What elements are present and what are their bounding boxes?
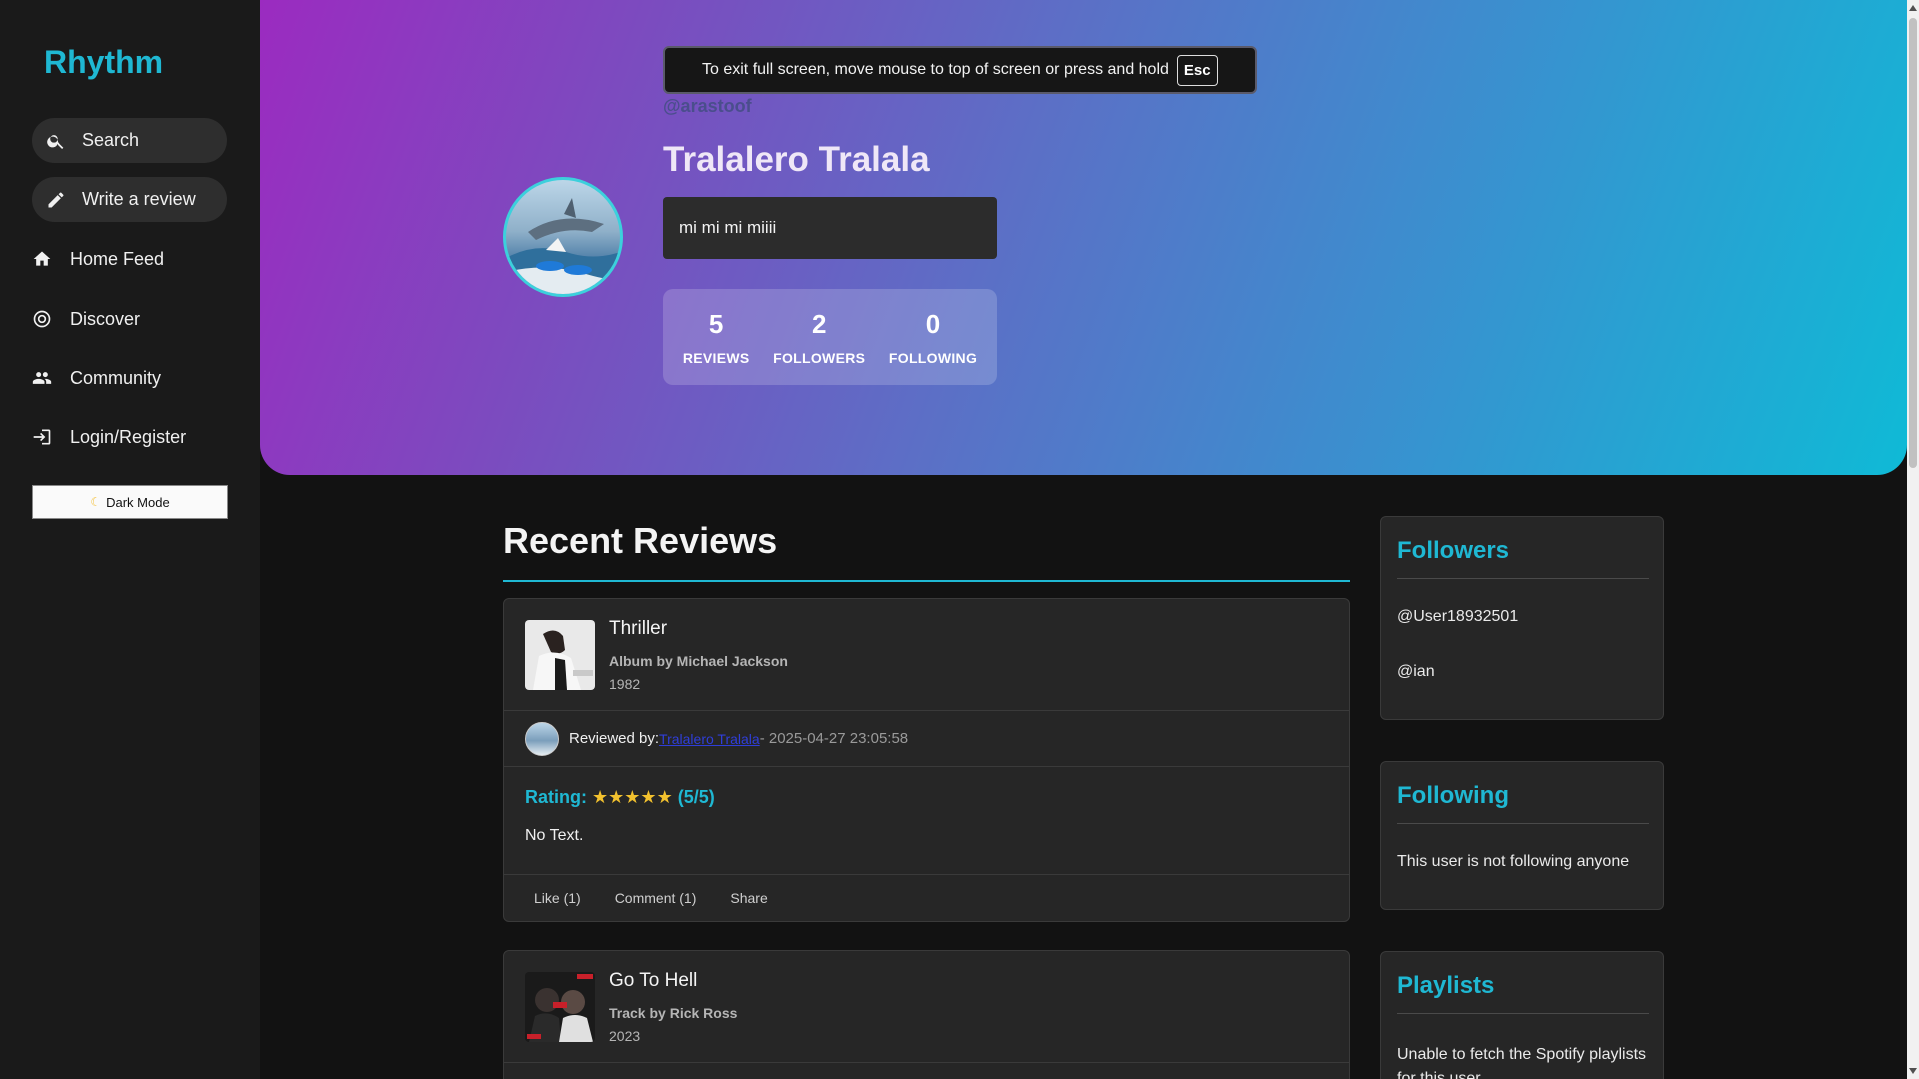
track-cover[interactable] (525, 972, 595, 1042)
playlists-message: Unable to fetch the Spotify playlists fo… (1397, 1046, 1647, 1079)
review-item-year: 1982 (609, 676, 641, 692)
scroll-down-icon[interactable] (1909, 1067, 1917, 1075)
write-review-button[interactable]: Write a review (32, 177, 227, 222)
nav-login-register[interactable]: Login/Register (32, 419, 186, 455)
review-timestamp: - 2025-04-27 23:05:58 (759, 730, 909, 747)
review-item-subtitle: Track by Rick Ross (609, 1005, 738, 1021)
nav-discover-label: Discover (70, 308, 141, 329)
nav-community-label: Community (70, 367, 162, 388)
pencil-icon (48, 191, 64, 207)
panel-divider (1397, 578, 1649, 579)
search-icon (47, 134, 64, 149)
review-item-header: Thriller Album by Michael Jackson 1982 (504, 599, 1349, 711)
review-card: Go To Hell Track by Rick Ross 2023 (503, 950, 1350, 1079)
review-item-title[interactable]: Go To Hell (609, 970, 697, 992)
rating-value: (5/5) (677, 787, 715, 807)
profile-handle: @arastoof (663, 96, 752, 116)
nav-home-label: Home Feed (70, 248, 165, 269)
nav-login-label: Login/Register (70, 426, 187, 447)
page-scrollbar[interactable] (1907, 0, 1919, 1079)
followers-panel-title: Followers (1397, 537, 1510, 564)
scrollbar-thumb[interactable] (1909, 18, 1917, 468)
following-panel-title: Following (1397, 782, 1509, 809)
profile-avatar (503, 177, 623, 297)
rating-stars: ★★★★★ (592, 787, 673, 807)
reviewer-row: Reviewed by: Tralalero Tralala - 2025-04… (504, 711, 1349, 767)
people-icon (32, 372, 52, 384)
panel-divider (1397, 1013, 1649, 1014)
stat-reviews-count: 5 (708, 308, 724, 339)
search-label: Search (82, 130, 140, 150)
dark-mode-label: Dark Mode (106, 494, 170, 510)
nav-community[interactable]: Community (32, 360, 161, 396)
review-body: Rating: ★★★★★ (5/5) No Text. (504, 767, 1349, 875)
followers-panel: Followers @User18932501 @ian (1380, 516, 1664, 720)
comment-button[interactable]: Comment (1) (615, 890, 697, 906)
stat-followers-label: FOLLOWERS (773, 349, 866, 366)
review-item-year: 2023 (609, 1028, 641, 1044)
stat-followers[interactable]: 2 FOLLOWERS (773, 309, 865, 366)
review-item-header: Go To Hell Track by Rick Ross 2023 (504, 951, 1349, 1063)
review-actions: Like (1) Comment (1) Share (504, 875, 1349, 921)
profile-stats: 5 REVIEWS 2 FOLLOWERS 0 FOLLOWING (663, 289, 997, 385)
playlists-panel: Playlists Unable to fetch the Spotify pl… (1380, 951, 1664, 1079)
panel-divider (1397, 823, 1649, 824)
review-text: No Text. (525, 827, 584, 844)
share-button[interactable]: Share (730, 890, 767, 906)
search-button[interactable]: Search (32, 118, 227, 163)
target-icon (33, 310, 51, 328)
profile-bio: mi mi mi miiii (663, 197, 997, 259)
esc-key-badge: Esc (1176, 54, 1218, 86)
review-item-subtitle: Album by Michael Jackson (609, 653, 788, 669)
dark-mode-button[interactable]: ☾ Dark Mode (32, 485, 228, 519)
following-empty-text: This user is not following anyone (1397, 853, 1630, 870)
stat-reviews-label: REVIEWS (682, 349, 750, 366)
review-rating: Rating: ★★★★★ (5/5) (525, 787, 715, 808)
rating-label: Rating: (525, 787, 587, 807)
write-review-label: Write a review (82, 189, 196, 209)
following-panel: Following This user is not following any… (1380, 761, 1664, 910)
app-logo[interactable]: Rhythm (44, 44, 163, 81)
stat-following-label: FOLLOWING (888, 349, 978, 366)
review-card: Thriller Album by Michael Jackson 1982 R… (503, 598, 1350, 922)
stat-reviews[interactable]: 5 REVIEWS (683, 309, 750, 366)
sidebar: Rhythm Search Write a review Home Feed D… (0, 0, 260, 1079)
reviewer-avatar (525, 721, 559, 756)
moon-icon: ☾ (90, 495, 102, 509)
reviewed-by-label: Reviewed by: (569, 730, 660, 747)
stat-followers-count: 2 (811, 308, 827, 339)
fullscreen-toast: To exit full screen, move mouse to top o… (663, 46, 1257, 94)
follower-item[interactable]: @User18932501 (1397, 608, 1518, 626)
nav-discover[interactable]: Discover (32, 301, 140, 337)
recent-reviews-title: Recent Reviews (503, 520, 778, 561)
reviewer-link[interactable]: Tralalero Tralala (659, 731, 760, 747)
stat-following[interactable]: 0 FOLLOWING (889, 309, 977, 366)
stat-following-count: 0 (925, 308, 941, 339)
nav-home-feed[interactable]: Home Feed (32, 241, 164, 277)
follower-item[interactable]: @ian (1397, 663, 1435, 681)
like-button[interactable]: Like (1) (534, 890, 581, 906)
section-divider (503, 580, 1350, 582)
home-icon (33, 251, 51, 266)
scroll-up-icon[interactable] (1909, 4, 1917, 12)
login-icon (33, 429, 51, 445)
album-cover[interactable] (525, 620, 595, 690)
profile-name: Tralalero Tralala (663, 140, 930, 179)
review-item-title[interactable]: Thriller (609, 618, 667, 640)
playlists-panel-title: Playlists (1397, 972, 1495, 999)
fullscreen-message: To exit full screen, move mouse to top o… (702, 61, 1169, 78)
